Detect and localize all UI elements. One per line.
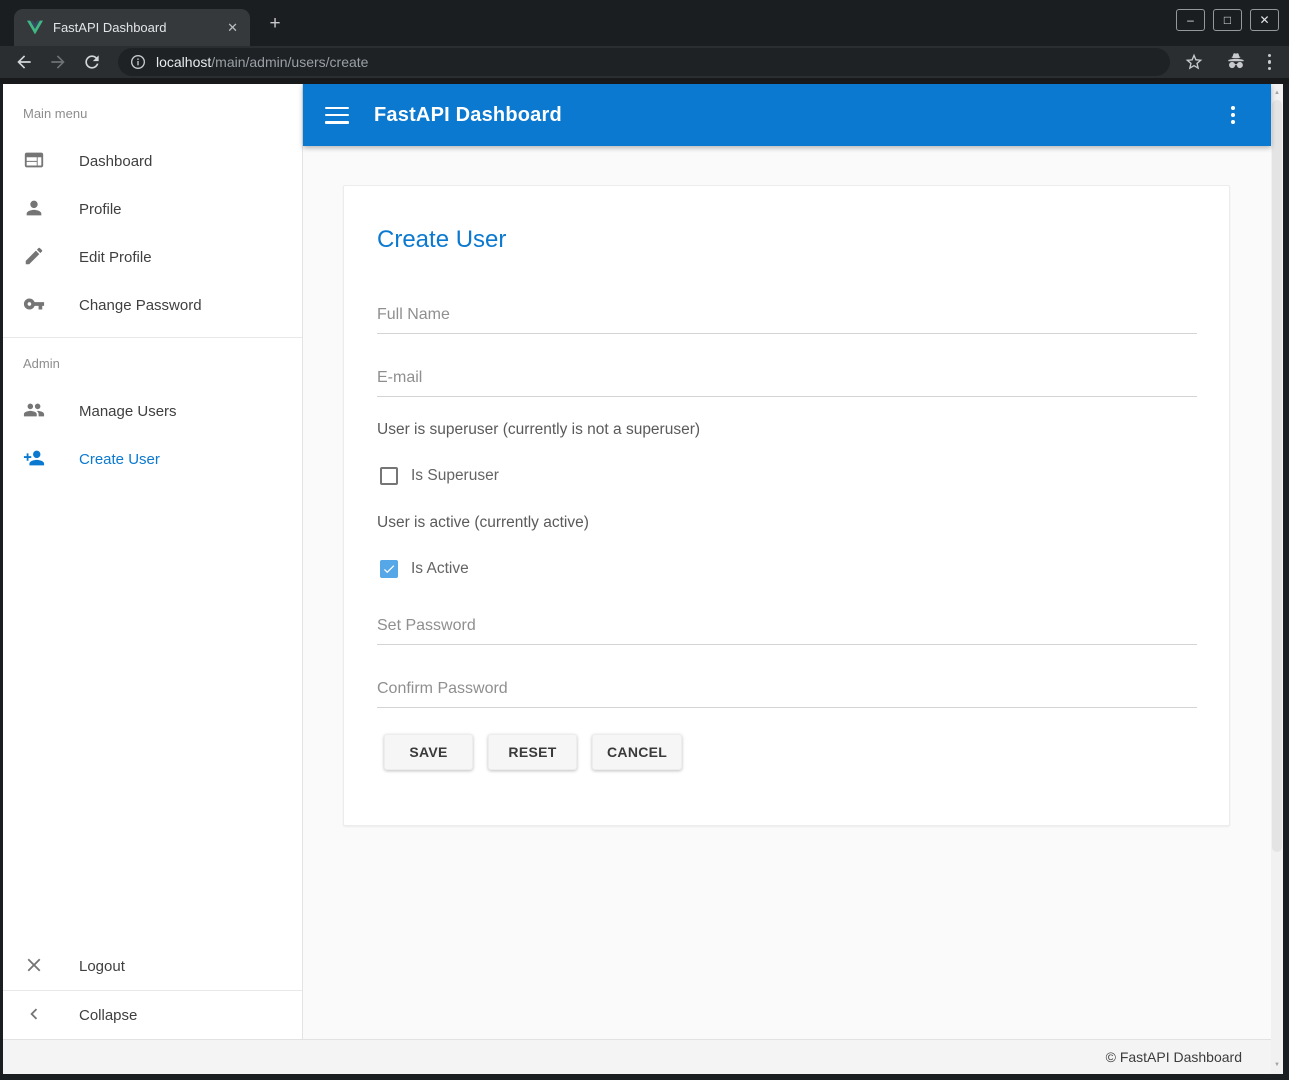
site-info-icon[interactable] [130, 54, 146, 70]
person-icon [23, 197, 47, 221]
scroll-down-icon[interactable]: ▼ [1271, 1058, 1283, 1072]
forward-icon[interactable] [48, 52, 68, 72]
set-password-field-wrap [377, 617, 1197, 645]
person-add-icon [23, 447, 47, 471]
set-password-input[interactable] [377, 617, 1197, 644]
browser-toolbar: localhost/main/admin/users/create [0, 46, 1289, 78]
confirm-password-input[interactable] [377, 680, 1197, 707]
minimize-button[interactable]: – [1176, 9, 1205, 31]
bookmark-star-icon[interactable] [1184, 52, 1204, 72]
sidebar-item-edit-profile[interactable]: Edit Profile [3, 233, 302, 281]
full-name-input[interactable] [377, 306, 1197, 333]
cancel-button[interactable]: CANCEL [592, 734, 682, 770]
is-active-checkbox-row[interactable]: Is Active [377, 559, 1197, 579]
browser-tab[interactable]: FastAPI Dashboard ✕ [14, 9, 250, 46]
email-input[interactable] [377, 369, 1197, 396]
is-superuser-checkbox[interactable] [380, 467, 398, 485]
sidebar-item-label: Edit Profile [79, 249, 152, 266]
app-bar: FastAPI Dashboard [303, 84, 1271, 146]
checkbox-label: Is Active [411, 560, 469, 578]
form-buttons: SAVE RESET CANCEL [384, 734, 1197, 770]
create-user-card: Create User User is superuser (currently… [343, 185, 1230, 826]
page: Main menu Dashboard Profile [3, 84, 1283, 1074]
checkbox-label: Is Superuser [411, 467, 499, 485]
sidebar-bottom: Logout Collapse [3, 942, 302, 1039]
active-hint: User is active (currently active) [377, 514, 1197, 533]
hamburger-menu-icon[interactable] [325, 107, 349, 124]
sidebar-item-label: Create User [79, 451, 160, 468]
full-name-field-wrap [377, 306, 1197, 334]
save-button[interactable]: SAVE [384, 734, 473, 770]
sidebar-item-label: Logout [79, 958, 125, 975]
sidebar-item-logout[interactable]: Logout [3, 942, 302, 990]
appbar-menu-icon[interactable] [1231, 106, 1235, 124]
incognito-icon [1226, 52, 1246, 72]
page-scrollbar[interactable]: ▲ ▼ [1271, 84, 1283, 1074]
toolbar-right [1184, 52, 1272, 72]
close-button[interactable]: ✕ [1250, 9, 1279, 31]
tab-close-icon[interactable]: ✕ [227, 20, 238, 36]
sidebar-item-label: Change Password [79, 297, 202, 314]
back-icon[interactable] [14, 52, 34, 72]
sidebar-item-label: Profile [79, 201, 122, 218]
browser-titlebar: FastAPI Dashboard ✕ + – □ ✕ [0, 0, 1289, 46]
maximize-button[interactable]: □ [1213, 9, 1242, 31]
scrollbar-thumb[interactable] [1272, 100, 1282, 852]
sidebar-item-collapse[interactable]: Collapse [3, 991, 302, 1039]
is-superuser-checkbox-row[interactable]: Is Superuser [377, 466, 1197, 486]
scroll-up-icon[interactable]: ▲ [1271, 86, 1283, 100]
sidebar-section-main-menu: Main menu [3, 84, 302, 119]
confirm-password-field-wrap [377, 680, 1197, 708]
sidebar-item-dashboard[interactable]: Dashboard [3, 137, 302, 185]
sidebar-item-label: Manage Users [79, 403, 177, 420]
sidebar-section-admin: Admin [3, 338, 302, 373]
sidebar-item-change-password[interactable]: Change Password [3, 281, 302, 329]
new-tab-button[interactable]: + [262, 11, 288, 37]
sidebar-item-profile[interactable]: Profile [3, 185, 302, 233]
email-field-wrap [377, 369, 1197, 397]
key-icon [23, 293, 47, 317]
app-title: FastAPI Dashboard [374, 104, 562, 127]
reload-icon[interactable] [82, 52, 102, 72]
checkmark-icon [382, 562, 396, 576]
sidebar-item-label: Dashboard [79, 153, 152, 170]
chevron-left-icon [23, 1003, 47, 1027]
close-x-icon [23, 954, 47, 978]
sidebar-main-list: Dashboard Profile Edit Profile [3, 137, 302, 329]
url-host: localhost [156, 54, 211, 70]
url-path: /main/admin/users/create [211, 54, 368, 70]
window-controls: – □ ✕ [1176, 9, 1279, 31]
dashboard-icon [23, 149, 47, 173]
group-icon [23, 399, 47, 423]
pencil-icon [23, 245, 47, 269]
sidebar-item-create-user[interactable]: Create User [3, 435, 302, 483]
tab-title: FastAPI Dashboard [53, 20, 221, 35]
reset-button[interactable]: RESET [488, 734, 577, 770]
browser-menu-icon[interactable] [1268, 54, 1272, 71]
url-bar[interactable]: localhost/main/admin/users/create [118, 48, 1170, 76]
browser-window: FastAPI Dashboard ✕ + – □ ✕ localhost/ma… [0, 0, 1289, 1080]
sidebar-admin-list: Manage Users Create User [3, 387, 302, 483]
sidebar-item-label: Collapse [79, 1007, 137, 1024]
page-footer: © FastAPI Dashboard [3, 1039, 1271, 1074]
sidebar-item-manage-users[interactable]: Manage Users [3, 387, 302, 435]
is-active-checkbox[interactable] [380, 560, 398, 578]
page-title: Create User [377, 226, 1197, 254]
url-text: localhost/main/admin/users/create [156, 54, 368, 70]
superuser-hint: User is superuser (currently is not a su… [377, 421, 1197, 440]
sidebar: Main menu Dashboard Profile [3, 84, 303, 1039]
vue-favicon-icon [27, 20, 43, 35]
